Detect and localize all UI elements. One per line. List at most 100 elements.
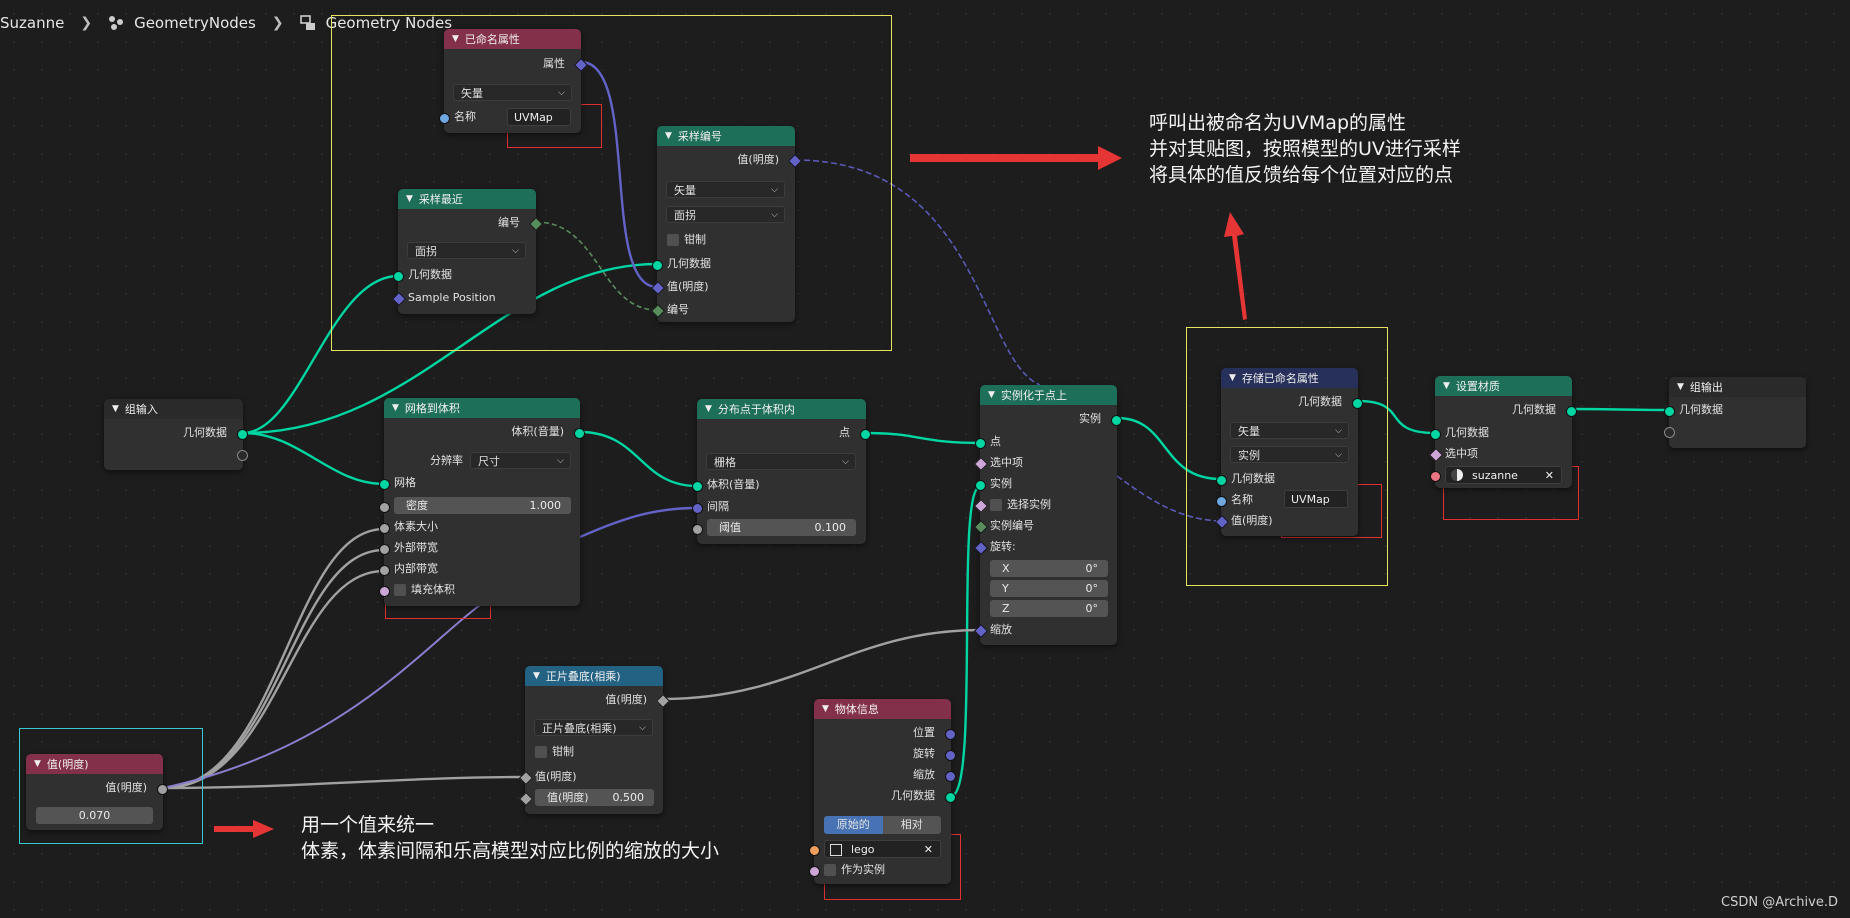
- density-field[interactable]: 密度 1.000: [394, 497, 571, 514]
- material-field[interactable]: suzanne ✕: [1445, 466, 1562, 484]
- clear-icon[interactable]: ✕: [924, 841, 933, 859]
- as-instance-socket[interactable]: [809, 866, 820, 877]
- node-header[interactable]: ▼ 采样最近: [398, 189, 536, 209]
- value-output-socket[interactable]: [655, 693, 671, 709]
- geometry-input-socket[interactable]: [1430, 429, 1441, 440]
- node-header[interactable]: ▼ 网格到体积: [384, 398, 580, 418]
- selection-socket[interactable]: [1428, 447, 1444, 463]
- clamp-checkbox[interactable]: [667, 234, 679, 246]
- domain-dropdown[interactable]: 面拐 ⌵: [407, 242, 526, 259]
- name-field[interactable]: UVMap: [507, 108, 571, 126]
- node-store-named-attribute[interactable]: ▼ 存储已命名属性 几何数据 矢量 ⌵ 实例 ⌵ 几何数据 名称 UVMap 值(明度…: [1214, 368, 1363, 536]
- value-input-socket[interactable]: [518, 770, 534, 786]
- node-mesh-to-volume[interactable]: ▼ 网格到体积 体积(音量) 分辨率 尺寸 ⌵ 网格 密度 1.000 体素大小 外部…: [379, 398, 585, 606]
- node-header[interactable]: ▼ 正片叠底(相乘): [525, 666, 663, 686]
- node-header[interactable]: ▼ 存储已命名属性: [1221, 368, 1358, 388]
- domain-dropdown[interactable]: 实例 ⌵: [1230, 446, 1349, 463]
- chevron-down-icon[interactable]: ▼: [34, 759, 41, 769]
- chevron-down-icon[interactable]: ▼: [988, 390, 995, 400]
- rotation-y-field[interactable]: Y 0°: [990, 580, 1108, 597]
- exterior-band-socket[interactable]: [379, 544, 390, 555]
- chevron-down-icon[interactable]: ▼: [112, 404, 119, 414]
- chevron-down-icon[interactable]: ▼: [452, 34, 459, 44]
- node-sample-nearest[interactable]: ▼ 采样最近 编号 面拐 ⌵ 几何数据 Sample Position: [391, 189, 544, 314]
- node-header[interactable]: ▼ 实例化于点上: [980, 385, 1117, 405]
- geometry-input-socket[interactable]: [1664, 406, 1675, 417]
- scale-output-socket[interactable]: [945, 771, 956, 782]
- domain-dropdown[interactable]: 面拐 ⌵: [666, 206, 785, 223]
- node-group-input[interactable]: ▼ 组输入 几何数据: [104, 399, 248, 470]
- material-socket[interactable]: [1430, 471, 1441, 482]
- node-group-output[interactable]: ▼ 组输出 几何数据: [1664, 377, 1806, 448]
- node-value[interactable]: ▼ 值(明度) 值(明度) 0.070: [26, 754, 168, 830]
- geometry-output-socket[interactable]: [1352, 398, 1363, 409]
- operation-dropdown[interactable]: 正片叠底(相乘) ⌵: [534, 719, 653, 736]
- selection-socket[interactable]: [973, 456, 989, 472]
- node-header[interactable]: ▼ 组输入: [104, 399, 243, 419]
- interior-band-socket[interactable]: [379, 565, 390, 576]
- node-sample-index[interactable]: ▼ 采样编号 值(明度) 矢量 ⌵ 面拐 ⌵ 钳制 几何数据 值(明度) 编号: [650, 126, 803, 322]
- voxel-size-socket[interactable]: [379, 523, 390, 534]
- as-instance-checkbox[interactable]: [824, 864, 836, 876]
- chevron-down-icon[interactable]: ▼: [392, 403, 399, 413]
- empty-output-socket[interactable]: [237, 450, 248, 461]
- resolution-dropdown[interactable]: 尺寸 ⌵: [470, 452, 571, 469]
- data-type-dropdown[interactable]: 矢量 ⌵: [666, 181, 785, 198]
- instances-output-socket[interactable]: [1111, 415, 1122, 426]
- node-object-info[interactable]: ▼ 物体信息 位置 旋转 缩放 几何数据 原始的 相对 lego ✕ 作为实例: [809, 699, 956, 884]
- clamp-checkbox[interactable]: [535, 746, 547, 758]
- geometry-output-socket[interactable]: [1566, 406, 1577, 417]
- geometry-output-socket[interactable]: [945, 792, 956, 803]
- fill-volume-socket[interactable]: [379, 586, 390, 597]
- chevron-down-icon[interactable]: ▼: [1443, 381, 1450, 391]
- mode-dropdown[interactable]: 栅格 ⌵: [706, 453, 856, 470]
- rotation-socket[interactable]: [973, 540, 989, 556]
- points-output-socket[interactable]: [860, 429, 871, 440]
- value-field[interactable]: 0.070: [36, 807, 153, 824]
- threshold-field[interactable]: 阈值 0.100: [707, 519, 856, 536]
- node-named-attribute[interactable]: ▼ 已命名属性 属性 矢量 ⌵ 名称 UVMap: [439, 29, 589, 133]
- rotation-x-field[interactable]: X 0°: [990, 560, 1108, 577]
- node-math-multiply[interactable]: ▼ 正片叠底(相乘) 值(明度) 正片叠底(相乘) ⌵ 钳制 值(明度) 值(明度)…: [518, 666, 671, 814]
- volume-output-socket[interactable]: [574, 428, 585, 439]
- object-field[interactable]: lego ✕: [824, 840, 941, 858]
- tab-relative[interactable]: 相对: [882, 816, 941, 834]
- node-distribute-points-in-volume[interactable]: ▼ 分布点于体积内 点 栅格 ⌵ 体积(音量) 间隔 阈值 0.100: [692, 399, 871, 544]
- spacing-socket[interactable]: [692, 503, 703, 514]
- pick-instance-checkbox[interactable]: [990, 499, 1002, 511]
- chevron-down-icon[interactable]: ▼: [665, 131, 672, 141]
- empty-input-socket[interactable]: [1664, 427, 1675, 438]
- node-header[interactable]: ▼ 分布点于体积内: [697, 399, 866, 419]
- instance-index-socket[interactable]: [973, 519, 989, 535]
- value2-input-socket[interactable]: [518, 791, 534, 807]
- points-input-socket[interactable]: [975, 438, 986, 449]
- density-socket[interactable]: [379, 502, 390, 513]
- chevron-down-icon[interactable]: ▼: [406, 194, 413, 204]
- name-input-socket[interactable]: [439, 113, 450, 124]
- chevron-down-icon[interactable]: ▼: [533, 671, 540, 681]
- rotation-output-socket[interactable]: [945, 750, 956, 761]
- fill-volume-checkbox[interactable]: [394, 584, 406, 596]
- mesh-input-socket[interactable]: [379, 479, 390, 490]
- value-output-socket[interactable]: [157, 784, 168, 795]
- tab-original[interactable]: 原始的: [824, 816, 883, 834]
- node-header[interactable]: ▼ 组输出: [1669, 377, 1806, 397]
- pick-instance-socket[interactable]: [973, 498, 989, 514]
- chevron-down-icon[interactable]: ▼: [822, 704, 829, 714]
- chevron-down-icon[interactable]: ▼: [1677, 382, 1684, 392]
- geometry-output-socket[interactable]: [237, 429, 248, 440]
- geometry-input-socket[interactable]: [1216, 475, 1227, 486]
- clear-icon[interactable]: ✕: [1545, 467, 1554, 485]
- node-header[interactable]: ▼ 物体信息: [814, 699, 951, 719]
- name-input-socket[interactable]: [1216, 496, 1227, 507]
- node-set-material[interactable]: ▼ 设置材质 几何数据 几何数据 选中项 suzanne ✕: [1428, 376, 1577, 488]
- name-field[interactable]: UVMap: [1284, 490, 1348, 508]
- scale-socket[interactable]: [973, 623, 989, 639]
- data-type-dropdown[interactable]: 矢量 ⌵: [453, 84, 572, 101]
- geometry-input-socket[interactable]: [393, 271, 404, 282]
- node-instance-on-points[interactable]: ▼ 实例化于点上 实例 点 选中项 实例 选择实例 实例编号 旋转: X 0° Y0…: [973, 385, 1122, 645]
- location-output-socket[interactable]: [945, 729, 956, 740]
- geometry-input-socket[interactable]: [652, 260, 663, 271]
- node-header[interactable]: ▼ 值(明度): [26, 754, 163, 774]
- breadcrumb-object[interactable]: Suzanne: [0, 14, 64, 32]
